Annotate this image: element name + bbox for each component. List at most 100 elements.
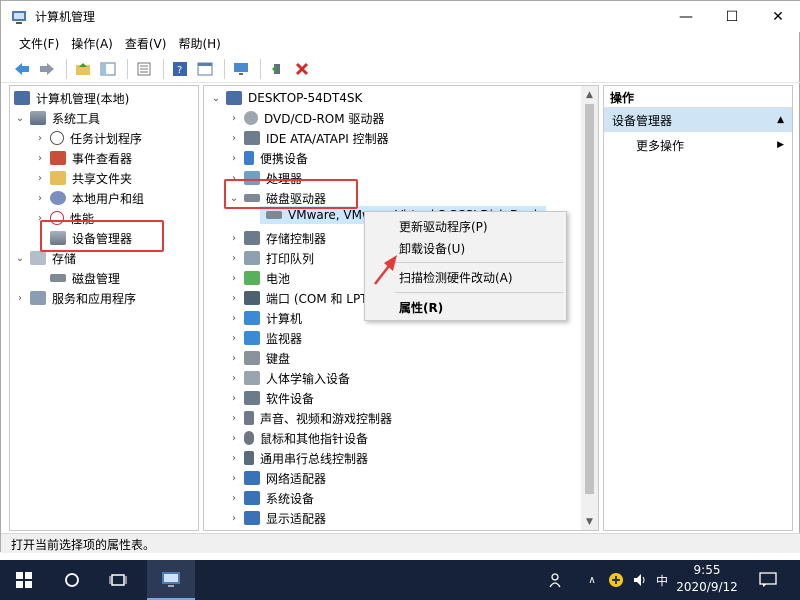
device-category[interactable]: › 通用串行总线控制器	[228, 448, 368, 468]
tree-event-viewer[interactable]: › 事件查看器	[34, 148, 132, 168]
close-button[interactable]: ✕	[755, 1, 800, 32]
chevron-right-icon[interactable]: ›	[228, 453, 240, 464]
chevron-right-icon[interactable]: ›	[228, 153, 240, 164]
tree-task-scheduler[interactable]: › 任务计划程序	[34, 128, 142, 148]
chevron-right-icon[interactable]: ›	[228, 373, 240, 384]
chevron-right-icon[interactable]: ›	[228, 173, 240, 184]
device-category[interactable]: › 显示适配器	[228, 508, 326, 528]
show-tree-icon[interactable]	[97, 58, 119, 80]
properties-icon[interactable]	[194, 58, 216, 80]
menu-properties[interactable]: 属性(R)	[365, 296, 566, 318]
vertical-scrollbar[interactable]: ▲ ▼	[581, 86, 598, 530]
notification-icon[interactable]	[756, 570, 780, 590]
chevron-right-icon[interactable]: ›	[228, 293, 240, 304]
device-category[interactable]: › 处理器	[228, 168, 302, 188]
update-driver-icon[interactable]	[266, 58, 288, 80]
chevron-down-icon[interactable]: ⌄	[228, 193, 240, 204]
scroll-down-icon[interactable]: ▼	[581, 513, 598, 530]
device-category[interactable]: › 系统设备	[228, 488, 314, 508]
vmware-tools-icon[interactable]	[606, 570, 626, 590]
search-circle-icon[interactable]	[58, 560, 86, 600]
tree-system-tools[interactable]: ⌄ 系统工具	[14, 108, 100, 128]
actions-section[interactable]: 设备管理器 ▲	[604, 108, 792, 132]
device-category[interactable]: › 便携设备	[228, 148, 308, 168]
tree-local-users[interactable]: › 本地用户和组	[34, 188, 144, 208]
menu-scan-hardware[interactable]: 扫描检测硬件改动(A)	[365, 266, 566, 288]
chevron-right-icon[interactable]: ›	[34, 173, 46, 184]
chevron-down-icon[interactable]: ⌄	[14, 113, 26, 124]
tray-expand-chevron-icon[interactable]: ∧	[584, 570, 600, 590]
device-category[interactable]: › DVD/CD-ROM 驱动器	[228, 108, 384, 128]
device-category[interactable]: › 键盘	[228, 348, 290, 368]
device-category[interactable]: › 存储控制器	[228, 228, 326, 248]
chevron-right-icon[interactable]: ›	[228, 113, 240, 124]
device-category[interactable]: › 网络适配器	[228, 468, 326, 488]
menu-help[interactable]: 帮助(H)	[172, 35, 226, 52]
tree-storage[interactable]: ⌄ 存储	[14, 248, 76, 268]
tree-disk-management[interactable]: 磁盘管理	[50, 268, 120, 288]
back-icon[interactable]	[11, 58, 33, 80]
device-category[interactable]: › 电池	[228, 268, 290, 288]
chevron-right-icon[interactable]: ›	[34, 193, 46, 204]
menu-update-driver[interactable]: 更新驱动程序(P)	[365, 215, 566, 237]
system-clock[interactable]: 9:55 2020/9/12	[672, 562, 742, 598]
device-category[interactable]: › 监视器	[228, 328, 302, 348]
forward-icon[interactable]	[36, 58, 58, 80]
menu-view[interactable]: 查看(V)	[119, 35, 173, 52]
device-category[interactable]: › 计算机	[228, 308, 302, 328]
chevron-right-icon[interactable]: ›	[228, 473, 240, 484]
collapse-up-icon[interactable]: ▲	[777, 115, 784, 125]
chevron-right-icon[interactable]: ›	[228, 313, 240, 324]
chevron-down-icon[interactable]: ⌄	[210, 93, 222, 104]
device-category[interactable]: › 人体学输入设备	[228, 368, 350, 388]
device-category[interactable]: › 鼠标和其他指针设备	[228, 428, 368, 448]
chevron-right-icon[interactable]: ›	[228, 233, 240, 244]
tree-label: 共享文件夹	[72, 171, 133, 186]
device-category[interactable]: › IDE ATA/ATAPI 控制器	[228, 128, 389, 148]
monitor-icon[interactable]	[230, 58, 252, 80]
up-folder-icon[interactable]	[72, 58, 94, 80]
chevron-right-icon[interactable]: ›	[34, 213, 46, 224]
chevron-right-icon[interactable]: ›	[228, 273, 240, 284]
menu-file[interactable]: 文件(F)	[13, 35, 65, 52]
tree-performance[interactable]: › 性能	[34, 208, 94, 228]
computer-management-taskbar-icon[interactable]	[147, 560, 195, 600]
task-view-icon[interactable]	[104, 560, 132, 600]
volume-icon[interactable]	[630, 570, 650, 590]
chevron-right-icon[interactable]: ›	[228, 133, 240, 144]
chevron-right-icon[interactable]: ›	[228, 353, 240, 364]
device-category[interactable]: › 软件设备	[228, 388, 314, 408]
uninstall-x-icon[interactable]	[291, 58, 313, 80]
ime-indicator[interactable]: 中	[652, 570, 672, 590]
chevron-right-icon[interactable]: ›	[228, 513, 240, 524]
chevron-down-icon[interactable]: ⌄	[14, 253, 26, 264]
menu-uninstall-device[interactable]: 卸载设备(U)	[365, 237, 566, 259]
chevron-right-icon[interactable]: ›	[228, 413, 240, 424]
people-icon[interactable]	[546, 570, 566, 590]
device-category[interactable]: › 端口 (COM 和 LPT)	[228, 288, 372, 308]
maximize-button[interactable]: ☐	[709, 1, 755, 32]
device-category[interactable]: › 声音、视频和游戏控制器	[228, 408, 392, 428]
chevron-right-icon[interactable]: ›	[228, 333, 240, 344]
tree-device-manager[interactable]: 设备管理器	[50, 228, 132, 248]
help-icon[interactable]: ?	[169, 58, 191, 80]
menu-action[interactable]: 操作(A)	[65, 35, 119, 52]
minimize-button[interactable]: —	[663, 1, 709, 32]
scroll-thumb[interactable]	[585, 104, 594, 494]
more-actions[interactable]: 更多操作 ▶	[604, 134, 792, 156]
device-category[interactable]: › 打印队列	[228, 248, 314, 268]
tree-services-apps[interactable]: › 服务和应用程序	[14, 288, 136, 308]
tree-shared-folders[interactable]: › 共享文件夹	[34, 168, 132, 188]
chevron-right-icon[interactable]: ›	[14, 293, 26, 304]
chevron-right-icon[interactable]: ›	[228, 393, 240, 404]
scroll-up-icon[interactable]: ▲	[581, 86, 598, 103]
chevron-right-icon[interactable]: ›	[34, 133, 46, 144]
chevron-right-icon[interactable]: ›	[228, 253, 240, 264]
export-list-icon[interactable]	[133, 58, 155, 80]
chevron-right-icon[interactable]: ›	[228, 433, 240, 444]
tree-root[interactable]: 计算机管理(本地)	[14, 88, 129, 108]
chevron-right-icon[interactable]: ›	[34, 153, 46, 164]
device-root[interactable]: ⌄ DESKTOP-54DT4SK	[210, 88, 362, 108]
windows-start-icon[interactable]	[10, 560, 38, 600]
chevron-right-icon[interactable]: ›	[228, 493, 240, 504]
